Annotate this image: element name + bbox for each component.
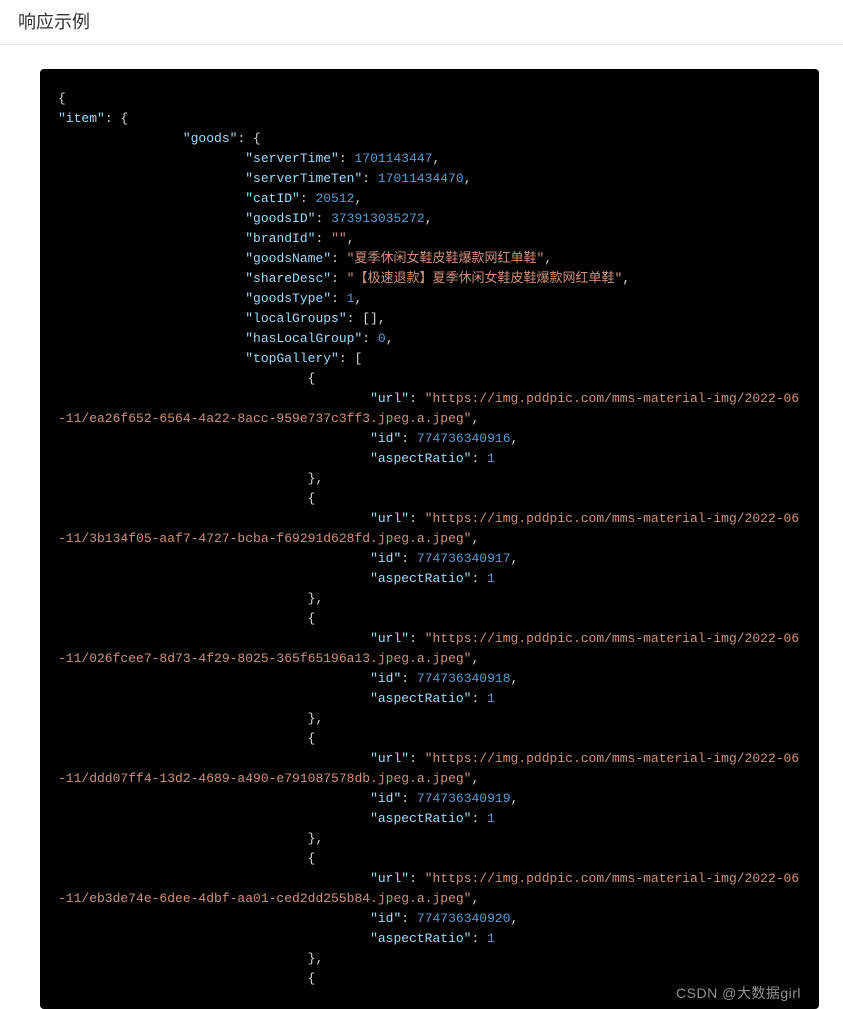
section-title: 响应示例 xyxy=(0,0,843,45)
code-block: { "item": { "goods": { "serverTime": 170… xyxy=(40,69,819,1009)
watermark: CSDN @大数据girl xyxy=(676,983,801,1003)
page-wrap: 响应示例 { "item": { "goods": { "serverTime"… xyxy=(0,0,843,1009)
